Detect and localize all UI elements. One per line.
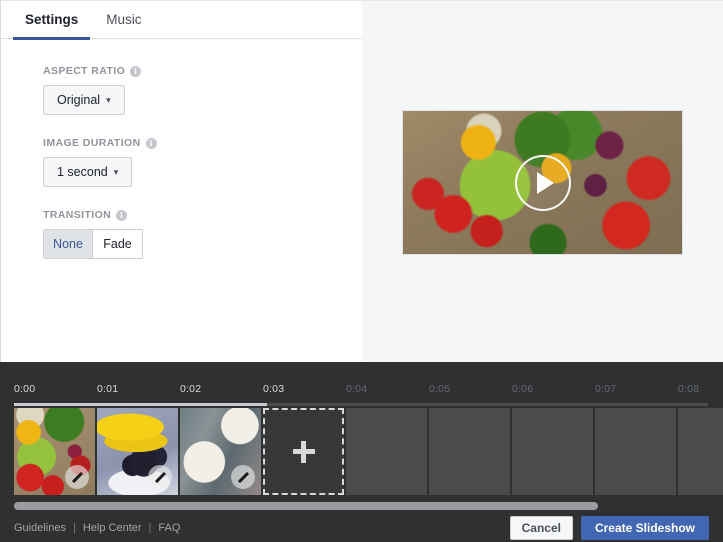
info-icon[interactable]: i	[116, 209, 128, 221]
empty-slot[interactable]	[346, 408, 427, 495]
timeline-tick: 0:03	[263, 383, 285, 395]
transition-option-fade-label: Fade	[103, 237, 132, 251]
tab-bar: Settings Music	[1, 1, 362, 40]
image-duration-label-row: IMAGE DURATION i	[43, 137, 362, 149]
timeline-panel: 0:00 0:01 0:02 0:03 0:04 0:05 0:06 0:07 0:08 Gui…	[0, 362, 723, 542]
footer-link-separator: |	[148, 522, 152, 534]
aspect-ratio-label: ASPECT RATIO	[43, 65, 126, 77]
play-icon[interactable]	[514, 154, 571, 211]
empty-slot[interactable]	[595, 408, 676, 495]
timeline-progress-fill	[14, 403, 267, 406]
timeline-slot-strip	[14, 408, 723, 495]
transition-toggle-group: None Fade	[43, 229, 143, 259]
tab-music-label: Music	[106, 12, 142, 27]
timeline-thumbnail[interactable]	[180, 408, 261, 495]
footer-link-guidelines[interactable]: Guidelines	[14, 522, 66, 534]
image-duration-select[interactable]: 1 second ▾	[43, 157, 133, 187]
timeline-tick: 0:02	[180, 383, 202, 395]
empty-slot[interactable]	[429, 408, 510, 495]
timeline-tick: 0:08	[678, 383, 700, 395]
create-slideshow-button-label: Create Slideshow	[594, 521, 695, 535]
add-photo-slot[interactable]	[263, 408, 344, 495]
cancel-button-label: Cancel	[521, 521, 561, 535]
timeline-scrollbar-thumb[interactable]	[14, 502, 598, 510]
info-icon[interactable]: i	[130, 65, 142, 77]
tab-music[interactable]: Music	[92, 1, 155, 39]
timeline-tick: 0:00	[14, 383, 36, 395]
timeline-scrollbar-track[interactable]	[14, 502, 708, 510]
field-image-duration: IMAGE DURATION i 1 second ▾	[43, 137, 362, 187]
timeline-thumbnail[interactable]	[14, 408, 95, 495]
play-triangle	[536, 171, 554, 194]
footer-link-faq[interactable]: FAQ	[158, 522, 180, 534]
field-aspect-ratio: ASPECT RATIO i Original ▾	[43, 65, 362, 115]
pencil-glyph	[237, 471, 249, 483]
transition-option-none-label: None	[53, 237, 83, 251]
settings-form: ASPECT RATIO i Original ▾ IMAGE DURATION…	[1, 39, 362, 259]
aspect-ratio-select[interactable]: Original ▾	[43, 85, 125, 115]
create-slideshow-button[interactable]: Create Slideshow	[580, 516, 709, 540]
composer-top-area: Settings Music ASPECT RATIO i Original ▾	[0, 0, 723, 362]
timeline-tick: 0:06	[512, 383, 534, 395]
chevron-updown-icon: ▾	[113, 166, 119, 177]
footer-links: Guidelines | Help Center | FAQ	[14, 522, 180, 534]
edit-pencil-icon[interactable]	[148, 465, 172, 489]
info-icon[interactable]: i	[145, 137, 157, 149]
transition-option-none[interactable]: None	[44, 230, 93, 258]
preview-panel	[362, 0, 723, 362]
transition-label-row: TRANSITION i	[43, 209, 362, 221]
transition-option-fade[interactable]: Fade	[93, 230, 142, 258]
pencil-glyph	[154, 471, 166, 483]
timeline-tick: 0:04	[346, 383, 368, 395]
pencil-glyph	[71, 471, 83, 483]
cancel-button[interactable]: Cancel	[509, 516, 573, 540]
aspect-ratio-label-row: ASPECT RATIO i	[43, 65, 362, 77]
timeline-progress-track[interactable]	[14, 403, 708, 406]
tab-settings-label: Settings	[25, 12, 79, 27]
plus-icon	[292, 440, 315, 463]
footer-link-separator: |	[72, 522, 76, 534]
footer-link-help-center[interactable]: Help Center	[83, 522, 142, 534]
image-duration-label: IMAGE DURATION	[43, 137, 141, 149]
timeline-tick: 0:05	[429, 383, 451, 395]
empty-slot[interactable]	[678, 408, 723, 495]
edit-pencil-icon[interactable]	[65, 465, 89, 489]
timeline-thumbnail[interactable]	[97, 408, 178, 495]
edit-pencil-icon[interactable]	[231, 465, 255, 489]
settings-panel: Settings Music ASPECT RATIO i Original ▾	[0, 0, 362, 362]
transition-label: TRANSITION	[43, 209, 112, 221]
empty-slot[interactable]	[512, 408, 593, 495]
footer-actions: Cancel Create Slideshow	[509, 516, 709, 540]
dialog-footer: Guidelines | Help Center | FAQ Cancel Create…	[0, 514, 723, 542]
tab-settings[interactable]: Settings	[11, 1, 92, 40]
slideshow-composer-dialog: Settings Music ASPECT RATIO i Original ▾	[0, 0, 723, 542]
timeline-tick: 0:01	[97, 383, 119, 395]
video-preview[interactable]	[402, 110, 683, 255]
timeline-ruler: 0:00 0:01 0:02 0:03 0:04 0:05 0:06 0:07 0:08	[14, 383, 723, 399]
timeline-tick: 0:07	[595, 383, 617, 395]
chevron-updown-icon: ▾	[106, 94, 111, 105]
field-transition: TRANSITION i None Fade	[43, 209, 362, 259]
aspect-ratio-value: Original	[57, 93, 101, 107]
image-duration-value: 1 second	[57, 165, 108, 179]
